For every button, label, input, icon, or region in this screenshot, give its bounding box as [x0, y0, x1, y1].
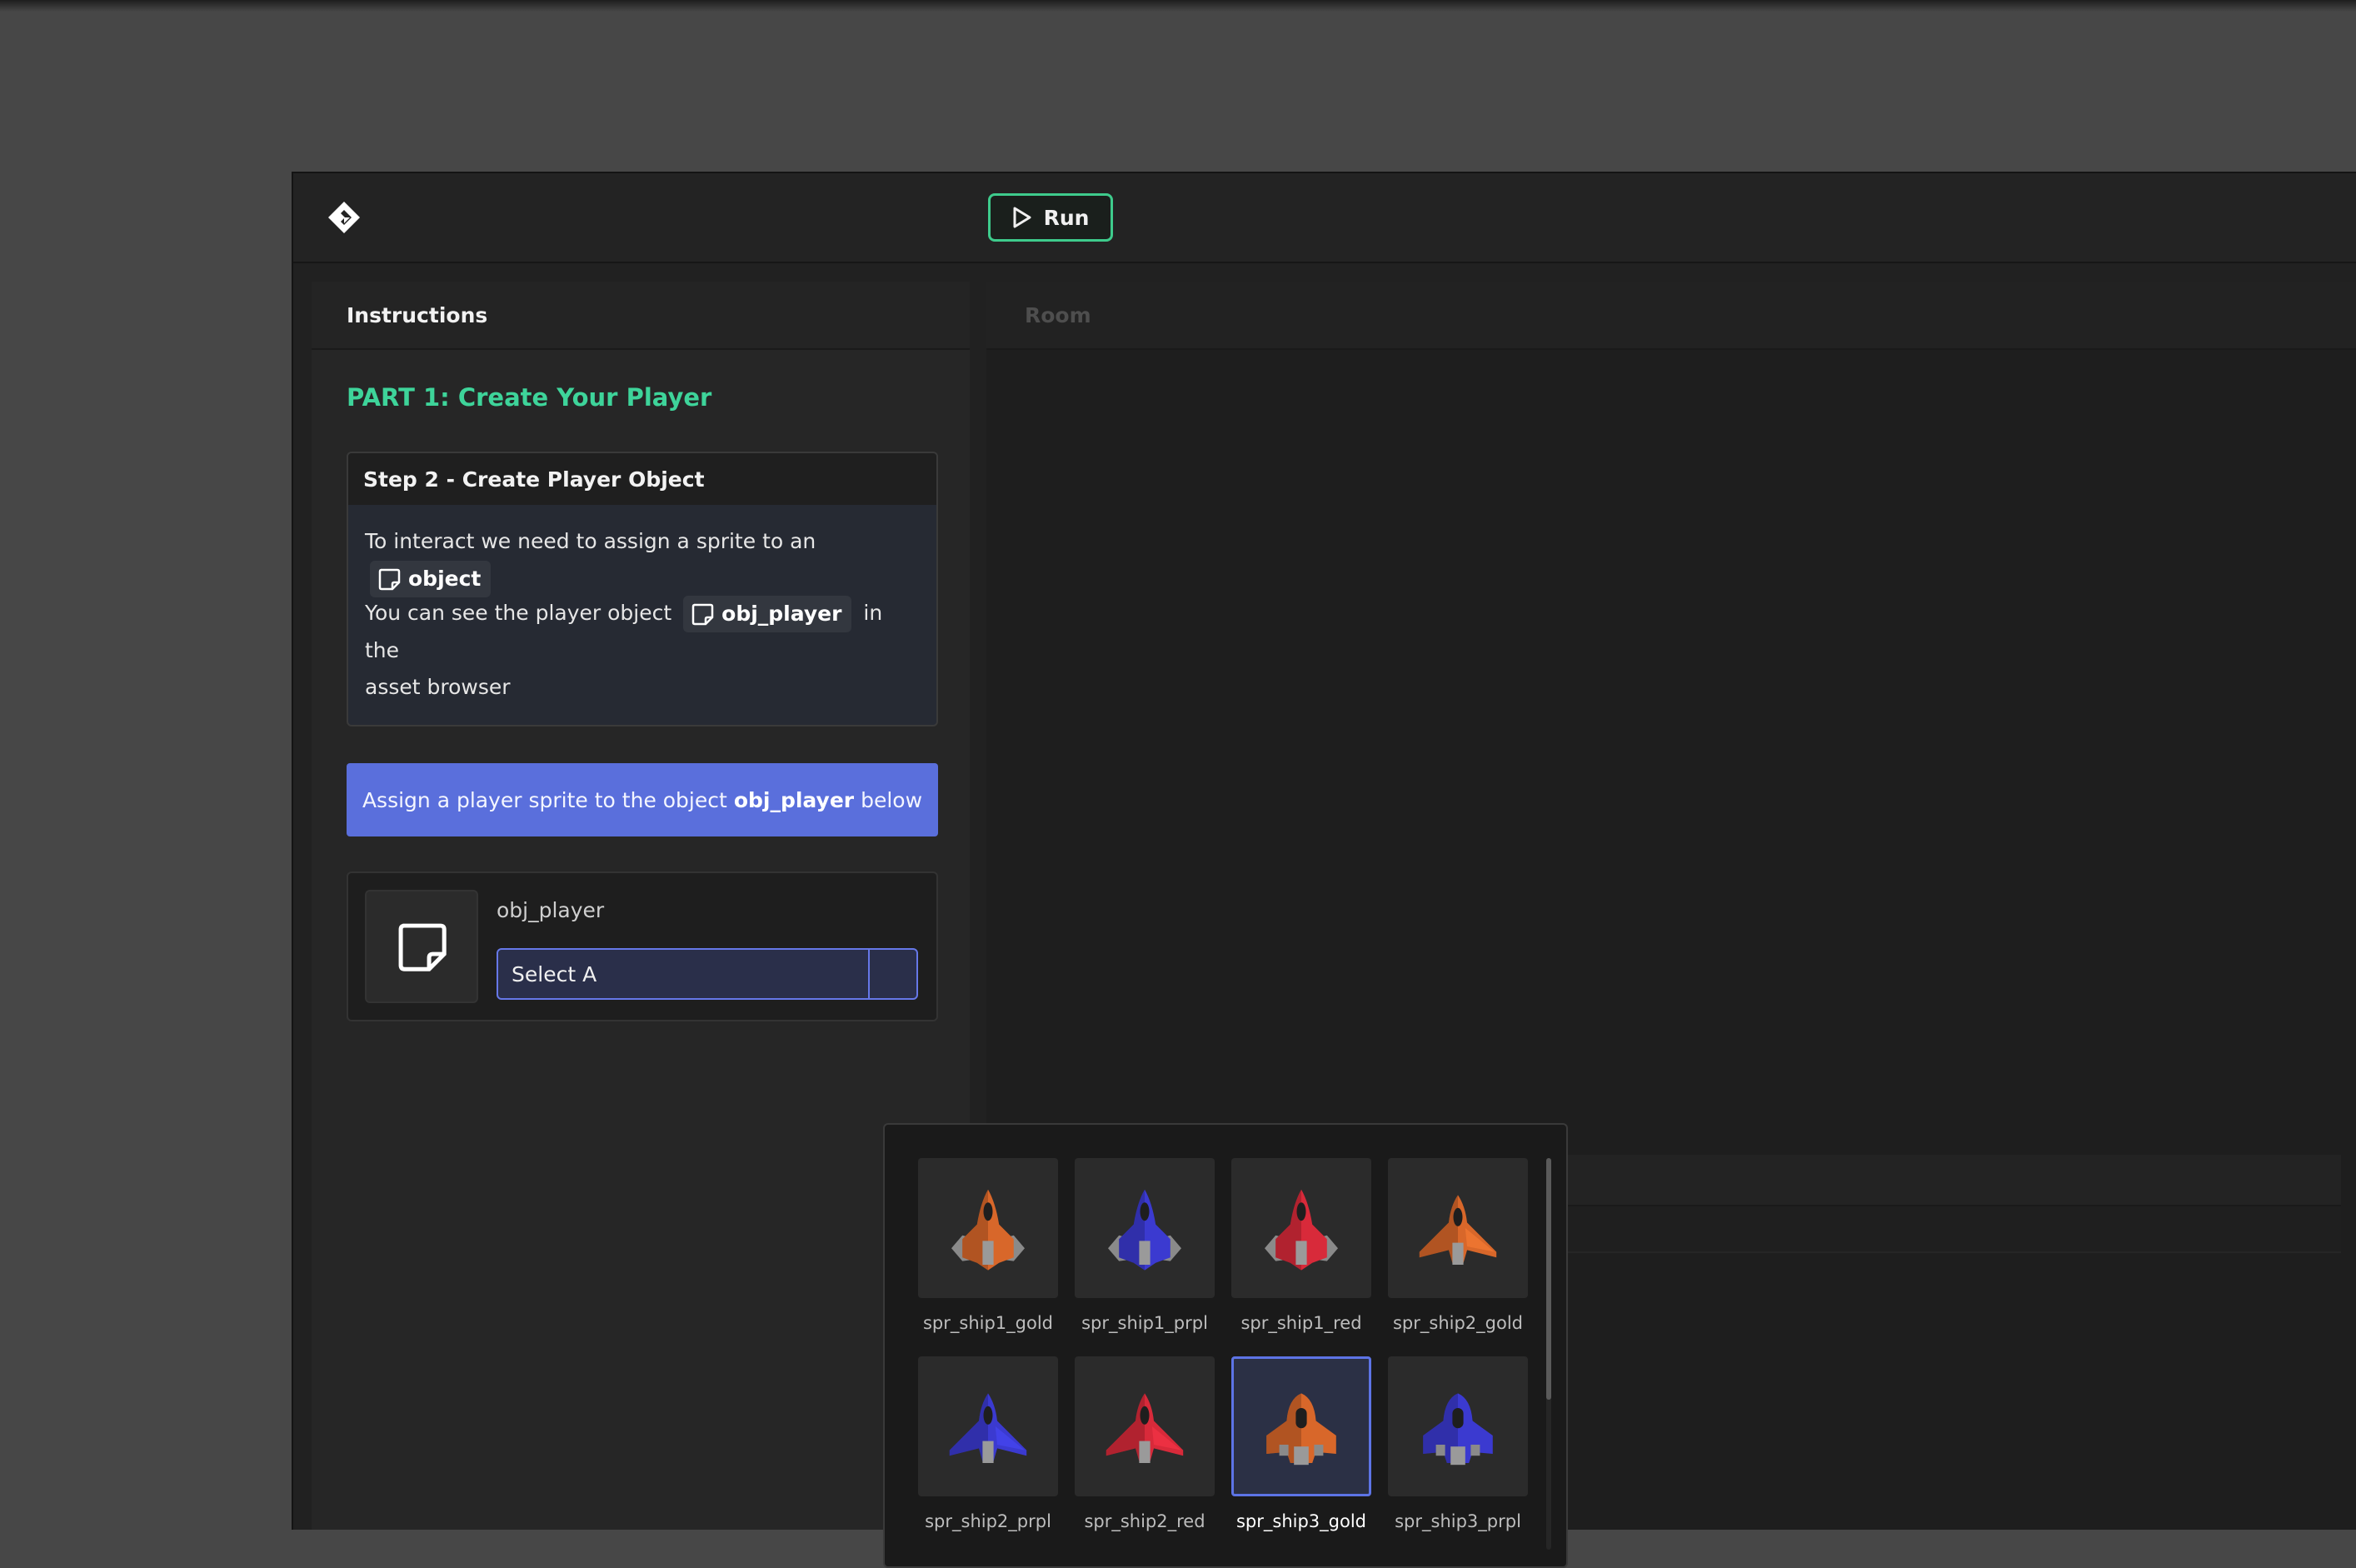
room-header: Room: [986, 282, 2356, 350]
sprite-label: spr_ship2_prpl: [925, 1511, 1051, 1531]
object-name: obj_player: [497, 898, 605, 922]
sprite-label: spr_ship1_gold: [922, 1313, 1054, 1333]
instructions-header: Instructions: [312, 282, 970, 350]
sprite-label: spr_ship2_gold: [1392, 1313, 1524, 1333]
spaceship-icon: [1266, 1393, 1336, 1466]
select-divider: [868, 950, 870, 998]
sprite-thumbnail: [918, 1356, 1058, 1496]
spaceship-icon: [951, 1189, 1025, 1271]
spaceship-icon: [1423, 1393, 1493, 1466]
step-line-3-text: asset browser: [365, 675, 511, 699]
step-box: Step 2 - Create Player Object To interac…: [347, 452, 938, 727]
top-toolbar: Run: [293, 173, 2356, 263]
run-button[interactable]: Run: [988, 193, 1113, 242]
step-line-1-text: To interact we need to assign a sprite t…: [365, 529, 816, 553]
sprite-label: spr_ship3_prpl: [1395, 1511, 1521, 1531]
sprite-thumbnail: [918, 1158, 1058, 1298]
scrollbar-thumb[interactable]: [1546, 1158, 1551, 1400]
obj-player-chip-label: obj_player: [721, 602, 842, 626]
sprite-thumbnail: [1388, 1158, 1528, 1298]
app-window: Run Instructions PART 1: Create Your Pla…: [292, 172, 2356, 1568]
assign-object: obj_player: [733, 787, 855, 812]
sprite-picker-dropdown: spr_ship1_gold spr_ship1_prpl spr_ship1_…: [883, 1123, 1568, 1568]
assign-suffix: below: [861, 787, 923, 812]
step-line-2: You can see the player object obj_player…: [365, 595, 923, 706]
sprite-thumbnail: [1231, 1356, 1371, 1496]
object-icon: [691, 603, 714, 626]
sprite-thumbnail: [1075, 1356, 1215, 1496]
object-thumbnail: [365, 890, 478, 1003]
spaceship-icon: [1106, 1393, 1184, 1463]
sprite-select[interactable]: Select A: [497, 948, 918, 1000]
step-line-2-text: You can see the player object: [365, 601, 672, 625]
spaceship-icon: [1419, 1195, 1497, 1265]
object-icon: [378, 568, 401, 591]
sprite-label: spr_ship1_prpl: [1081, 1313, 1208, 1333]
sprite-picker-scrollbar[interactable]: [1546, 1158, 1551, 1550]
object-chip-label: object: [408, 567, 482, 591]
step-line-1: To interact we need to assign a sprite t…: [365, 523, 936, 597]
gamemaker-logo-icon: [328, 202, 360, 233]
spaceship-icon: [1265, 1189, 1338, 1271]
step-title: Step 2 - Create Player Object: [348, 453, 936, 505]
sprite-option[interactable]: spr_ship1_gold: [918, 1158, 1058, 1333]
spaceship-icon: [949, 1393, 1027, 1463]
sprite-option[interactable]: spr_ship2_gold: [1388, 1158, 1528, 1333]
object-icon: [398, 923, 447, 971]
sprite-option[interactable]: spr_ship3_prpl: [1388, 1356, 1528, 1531]
sprite-thumbnail: [1231, 1158, 1371, 1298]
sprite-thumbnail: [1075, 1158, 1215, 1298]
sprite-select-value: Select A: [512, 961, 597, 986]
object-card: obj_player Select A: [347, 871, 938, 1021]
sprite-option[interactable]: spr_ship1_prpl: [1075, 1158, 1215, 1333]
sprite-grid: spr_ship1_gold spr_ship1_prpl spr_ship1_…: [918, 1158, 1528, 1531]
obj-player-chip[interactable]: obj_player: [683, 596, 852, 632]
sprite-option[interactable]: spr_ship2_red: [1075, 1356, 1215, 1531]
object-chip[interactable]: object: [370, 561, 492, 597]
sprite-option[interactable]: spr_ship2_prpl: [918, 1356, 1058, 1531]
run-button-label: Run: [1043, 205, 1090, 230]
sprite-option[interactable]: spr_ship1_red: [1231, 1158, 1371, 1333]
play-icon: [1013, 207, 1031, 228]
instructions-panel: Instructions PART 1: Create Your Player …: [312, 282, 970, 1530]
assign-sprite-banner: Assign a player sprite to the object obj…: [347, 763, 938, 836]
spaceship-icon: [1108, 1189, 1181, 1271]
part-title: PART 1: Create Your Player: [347, 383, 712, 412]
sprite-option[interactable]: spr_ship3_gold: [1231, 1356, 1371, 1531]
sprite-label: spr_ship1_red: [1240, 1313, 1362, 1333]
sprite-thumbnail: [1388, 1356, 1528, 1496]
sprite-label: spr_ship3_gold: [1235, 1511, 1367, 1531]
screen-top-shadow: [0, 0, 2356, 12]
sprite-label: spr_ship2_red: [1084, 1511, 1205, 1531]
assign-prefix: Assign a player sprite to the object: [362, 787, 727, 812]
